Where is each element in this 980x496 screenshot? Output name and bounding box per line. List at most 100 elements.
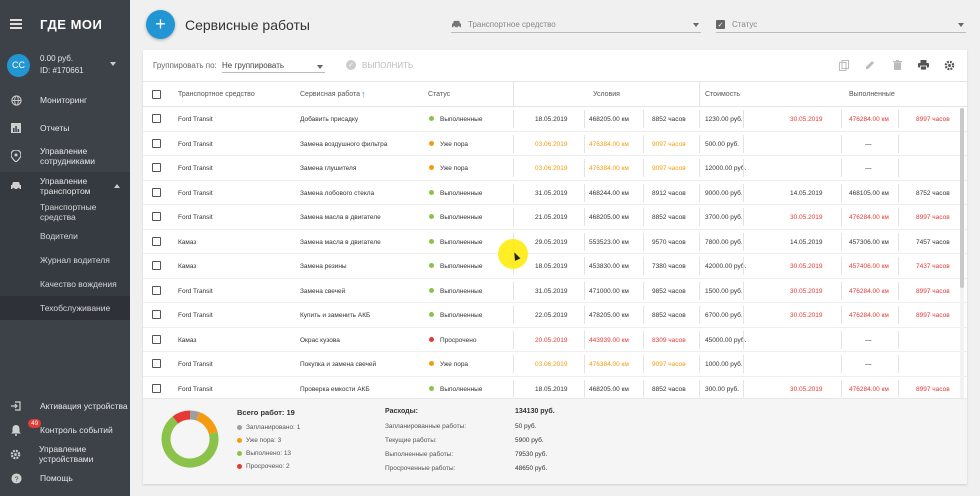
current-works-label: Текущие работы: <box>385 437 437 444</box>
column-header-vehicle[interactable]: Транспортное средство <box>178 91 255 98</box>
cell-condition-hours: 8852 часов <box>652 385 686 393</box>
sidebar-item-device-management[interactable]: Управление устройствами <box>0 444 130 464</box>
sidebar-item-event-control[interactable]: 49 Контроль событий <box>0 419 130 438</box>
chevron-down-icon[interactable] <box>110 62 116 66</box>
column-divider <box>643 306 644 324</box>
row-checkbox[interactable] <box>152 138 161 148</box>
column-divider <box>743 208 744 226</box>
sidebar-item-reports[interactable]: Отчеты <box>0 118 130 138</box>
cell-condition-date: 03.06.2019 <box>535 140 568 148</box>
user-info: 0.00 руб. ID: #170661 <box>40 53 84 77</box>
copy-icon[interactable] <box>838 59 850 71</box>
column-divider <box>743 159 744 177</box>
user-id: ID: #170661 <box>40 66 84 75</box>
sidebar-item-monitoring[interactable]: Мониторинг <box>0 90 130 110</box>
row-checkbox[interactable] <box>152 359 161 368</box>
cell-completed-hours: 7437 часов <box>916 263 950 270</box>
table-row[interactable]: Ford Transit Добавить присадку Выполненные… <box>143 107 967 132</box>
edit-icon[interactable] <box>864 59 876 71</box>
trash-icon[interactable] <box>891 59 903 71</box>
status-dot-icon <box>429 336 434 342</box>
column-divider <box>513 208 514 226</box>
column-header-conditions[interactable]: Условия <box>593 91 620 98</box>
cell-cost: 1000.00 руб. <box>705 361 743 368</box>
vehicle-filter-placeholder: Транспортное средство <box>468 20 556 29</box>
sidebar-subitem-vehicles[interactable]: Транспортные средства <box>0 200 130 224</box>
cell-condition-hours: 9097 часов <box>652 361 686 368</box>
sidebar: ГДЕ МОИ CC 0.00 руб. ID: #170661 Монитор… <box>0 0 130 496</box>
user-block[interactable]: CC 0.00 руб. ID: #170661 <box>0 48 130 82</box>
row-checkbox[interactable] <box>152 383 161 393</box>
vehicle-filter-select[interactable]: Транспортное средство <box>451 17 701 33</box>
cell-condition-hours: 9097 часов <box>652 140 686 148</box>
table-row[interactable]: Ford Transit Проверка емкости АКБ Выполнен… <box>143 377 967 397</box>
column-header-cost[interactable]: Стоимость <box>705 91 740 98</box>
column-divider <box>513 159 514 177</box>
table-scrollbar[interactable] <box>960 108 964 398</box>
cell-condition-km: 468205.00 км <box>589 116 629 123</box>
menu-icon[interactable] <box>10 19 22 29</box>
column-header-status[interactable]: Статус <box>428 91 450 98</box>
status-filter-select[interactable]: ✓ Статус <box>716 17 966 33</box>
group-by-select[interactable]: Не группировать <box>222 59 325 73</box>
settings-icon[interactable] <box>943 59 955 71</box>
sort-arrow-up-icon[interactable]: ↑ <box>361 89 366 99</box>
scrollbar-thumb[interactable] <box>960 108 964 288</box>
sidebar-item-transport[interactable]: Управление транспортом <box>0 172 130 200</box>
sidebar-subitem-drivers[interactable]: Водители <box>0 224 130 248</box>
sidebar-item-help[interactable]: ? Помощь <box>0 470 130 486</box>
cell-service: Замена глушителя <box>300 165 357 172</box>
sidebar-subitem-driving-quality[interactable]: Качество вождения <box>0 272 130 296</box>
column-divider <box>841 379 842 397</box>
execute-button[interactable]: ✓ ВЫПОЛНИТЬ <box>346 60 413 70</box>
print-icon[interactable] <box>917 59 929 71</box>
table-row[interactable]: Ford Transit Замена масла в двигателе Выпо… <box>143 205 967 230</box>
chevron-up-icon[interactable] <box>114 184 120 188</box>
chart-icon <box>10 122 22 134</box>
table-row[interactable]: Камаз Замена масла в двигателе Выполненные… <box>143 230 967 254</box>
column-header-service[interactable]: Сервисная работа <box>300 91 360 98</box>
row-checkbox[interactable] <box>152 163 161 172</box>
cell-cost: 300.00 руб. <box>705 385 740 393</box>
column-divider <box>699 159 700 177</box>
row-checkbox[interactable] <box>152 236 161 246</box>
execute-label: ВЫПОЛНИТЬ <box>362 60 414 70</box>
table-row[interactable]: Ford Transit Замена воздушного фильтра Уже… <box>143 132 967 156</box>
cell-status: Уже пора <box>440 165 469 172</box>
cell-completed-km: — <box>865 336 872 344</box>
row-checkbox[interactable] <box>152 212 161 221</box>
table-row[interactable]: Ford Transit Замена глушителя Уже пора 03.0… <box>143 156 967 181</box>
cell-condition-date: 18.05.2019 <box>535 116 568 123</box>
row-checkbox[interactable] <box>152 310 161 319</box>
row-checkbox[interactable] <box>152 334 161 344</box>
sidebar-item-activate-device[interactable]: Активация устройства <box>0 398 130 414</box>
sidebar-item-employees[interactable]: Управление сотрудниками <box>0 142 130 170</box>
column-divider <box>643 110 644 128</box>
column-header-completed[interactable]: Выполненные <box>849 91 895 98</box>
add-button[interactable]: + <box>146 10 175 39</box>
column-divider <box>743 257 744 275</box>
table-row[interactable]: Ford Transit Замена лобового стекла Выполн… <box>143 181 967 205</box>
status-dot-icon <box>429 263 434 268</box>
cell-vehicle: Камаз <box>178 263 197 270</box>
legend-label: Уже пора: 3 <box>246 437 282 444</box>
table-row[interactable]: Камаз Окрас кузова Просрочено 20.05.2019 443… <box>143 328 967 352</box>
row-checkbox[interactable] <box>152 114 161 123</box>
table-row[interactable]: Камаз Замена резины Выполненные 18.05.2019 4… <box>143 254 967 279</box>
column-divider <box>841 281 842 300</box>
table-row[interactable]: Ford Transit Купить и заменить АКБ Выполне… <box>143 303 967 328</box>
sidebar-item-label: Управление устройствами <box>39 444 94 464</box>
select-all-checkbox[interactable] <box>152 90 161 99</box>
chevron-down-icon <box>958 23 964 27</box>
table-row[interactable]: Ford Transit Замена свечей Выполненные 31.0… <box>143 279 967 303</box>
sidebar-subitem-maintenance[interactable]: Техобслуживание <box>0 296 130 320</box>
chevron-down-icon <box>693 23 699 27</box>
column-divider <box>743 306 744 324</box>
cell-status: Выполненные <box>440 263 483 270</box>
row-checkbox[interactable] <box>152 285 161 295</box>
row-checkbox[interactable] <box>152 187 161 197</box>
sidebar-subitem-driver-log[interactable]: Журнал водителя <box>0 248 130 272</box>
cell-condition-km: 468244.00 км <box>589 189 629 197</box>
table-row[interactable]: Ford Transit Покупка и замена свечей Уже п… <box>143 352 967 377</box>
row-checkbox[interactable] <box>152 261 161 270</box>
